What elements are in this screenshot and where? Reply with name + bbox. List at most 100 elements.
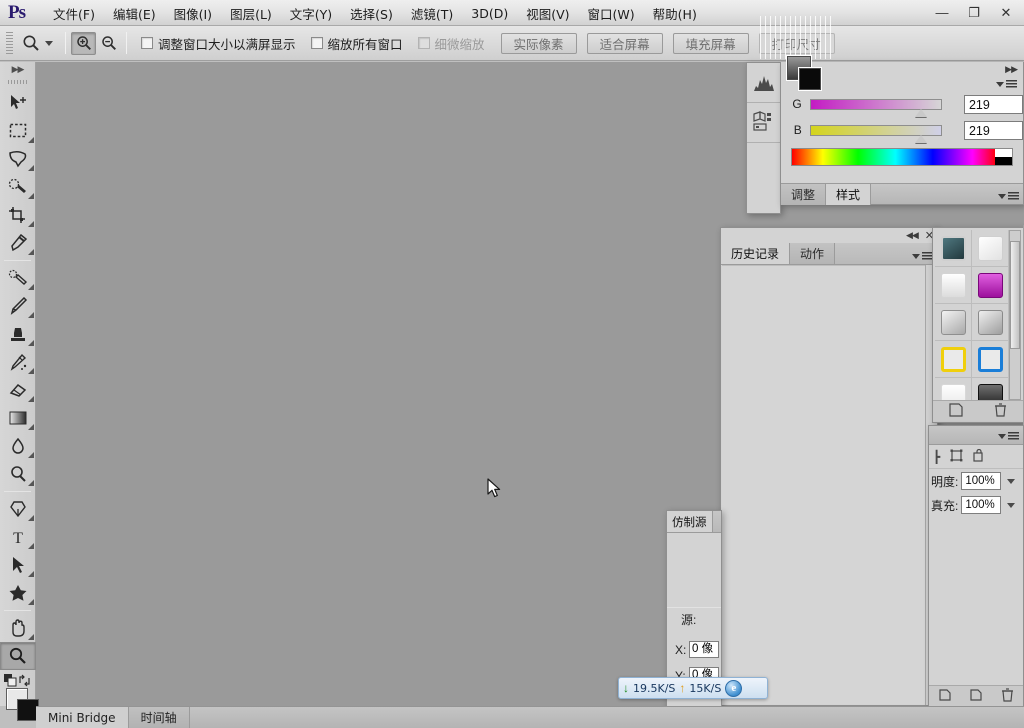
checkbox-box[interactable] [310, 37, 323, 49]
style-swatch[interactable] [935, 341, 972, 378]
checkbox-box[interactable] [141, 37, 153, 49]
style-swatch[interactable] [972, 267, 1009, 304]
opacity-field[interactable]: 100% [961, 472, 1002, 490]
clone-stamp-tool[interactable] [0, 320, 36, 348]
menu-view[interactable]: 视图(V) [517, 1, 578, 26]
tab-mini-bridge[interactable]: Mini Bridge [36, 707, 129, 728]
new-layer-icon[interactable] [969, 688, 983, 705]
history-list[interactable] [722, 265, 925, 704]
gradient-tool[interactable] [0, 404, 36, 432]
fill-field[interactable]: 100% [961, 496, 1002, 514]
style-swatch[interactable] [935, 230, 972, 267]
eyedropper-tool[interactable] [0, 229, 36, 257]
default-colors-icon[interactable] [4, 674, 17, 687]
trash-icon[interactable] [1001, 688, 1014, 705]
spot-healing-brush-tool[interactable] [0, 264, 36, 292]
trash-icon[interactable] [994, 403, 1007, 420]
layers-panel-menu-icon[interactable] [998, 432, 1019, 441]
toolbox-grip[interactable] [8, 76, 27, 87]
style-swatch[interactable] [972, 304, 1009, 341]
channel-label-b: B [793, 123, 802, 137]
lock-all-icon[interactable] [973, 448, 986, 465]
style-swatch[interactable] [935, 267, 972, 304]
minimize-button[interactable]: — [926, 2, 958, 23]
print-size-button[interactable]: 打印尺寸 [758, 15, 835, 59]
link-layers-icon[interactable] [938, 688, 952, 705]
restore-button[interactable]: ❐ [958, 2, 990, 23]
menu-3d[interactable]: 3D(D) [462, 3, 517, 24]
menu-image[interactable]: 图像(I) [165, 1, 221, 26]
options-bar-grip[interactable] [4, 32, 14, 54]
move-tool[interactable] [0, 89, 36, 117]
menu-filter[interactable]: 滤镜(T) [402, 1, 462, 26]
lock-transparent-icon[interactable]: ┣ [933, 450, 940, 464]
dodge-tool[interactable] [0, 460, 36, 488]
chevron-down-icon[interactable] [1007, 502, 1016, 508]
green-value-field[interactable]: 219 [963, 94, 1023, 114]
menu-window[interactable]: 窗口(W) [579, 1, 644, 26]
menu-edit[interactable]: 编辑(E) [104, 1, 165, 26]
new-style-icon[interactable] [949, 403, 963, 420]
tab-timeline[interactable]: 时间轴 [128, 707, 190, 728]
tab-clone-source[interactable]: 仿制源 [667, 511, 713, 532]
style-swatch[interactable] [972, 341, 1009, 378]
tab-history[interactable]: 历史记录 [721, 243, 791, 264]
fill-screen-button[interactable]: 填充屏幕 [672, 32, 749, 54]
slider-thumb[interactable] [914, 108, 927, 117]
zoom-out-button[interactable] [96, 32, 121, 55]
menu-select[interactable]: 选择(S) [341, 1, 402, 26]
background-color-chip[interactable] [799, 68, 821, 90]
menu-help[interactable]: 帮助(H) [644, 1, 706, 26]
custom-shape-tool[interactable] [0, 579, 36, 607]
clone-x-field[interactable]: 0 像 [689, 641, 719, 658]
color-panel-menu-icon[interactable] [996, 80, 1017, 89]
blue-value-field[interactable]: 219 [963, 120, 1023, 140]
close-button[interactable]: ✕ [990, 2, 1022, 23]
blue-slider[interactable] [809, 124, 942, 143]
menu-type[interactable]: 文字(Y) [281, 1, 341, 26]
brush-tool[interactable] [0, 292, 36, 320]
lasso-tool[interactable] [0, 145, 36, 173]
chevron-down-icon[interactable] [45, 40, 53, 46]
zoom-tool[interactable] [0, 642, 36, 670]
eraser-tool[interactable] [0, 376, 36, 404]
pen-tool[interactable] [0, 495, 36, 523]
hand-tool[interactable] [0, 614, 36, 642]
toolbox-collapse-button[interactable]: ▶▶ [0, 62, 35, 76]
internet-explorer-icon[interactable]: e [725, 679, 743, 697]
style-swatch[interactable] [972, 230, 1009, 267]
fit-screen-button[interactable]: 适合屏幕 [586, 32, 663, 54]
path-selection-tool[interactable] [0, 551, 36, 579]
crop-tool[interactable] [0, 201, 36, 229]
blur-tool[interactable] [0, 432, 36, 460]
rectangular-marquee-tool[interactable] [0, 117, 36, 145]
histogram-icon[interactable] [747, 63, 780, 103]
style-swatch[interactable] [935, 304, 972, 341]
tab-styles[interactable]: 样式 [826, 184, 872, 205]
styles-scrollbar[interactable] [1009, 230, 1021, 400]
panel-menu-icon[interactable] [912, 252, 933, 261]
horizontal-type-tool[interactable]: T [0, 523, 36, 551]
opacity-label: 明度: [931, 474, 959, 489]
lock-position-icon[interactable] [950, 449, 963, 465]
tab-actions[interactable]: 动作 [790, 243, 836, 264]
quick-selection-tool[interactable] [0, 173, 36, 201]
panel-menu-icon[interactable] [998, 192, 1019, 201]
actual-pixels-button[interactable]: 实际像素 [500, 32, 577, 54]
resize-windows-to-fit-checkbox[interactable]: 调整窗口大小以满屏显示 [141, 34, 296, 53]
zoom-in-button[interactable] [71, 31, 96, 55]
menu-layer[interactable]: 图层(L) [221, 1, 281, 26]
zoom-icon[interactable] [18, 31, 44, 55]
3d-panel-icon[interactable] [747, 103, 780, 143]
menu-file[interactable]: 文件(F) [44, 1, 104, 26]
zoom-all-windows-checkbox[interactable]: 缩放所有窗口 [310, 34, 403, 53]
collapse-arrows-icon[interactable]: ▶▶ [1005, 64, 1018, 75]
history-brush-tool[interactable] [0, 348, 36, 376]
tab-adjustments[interactable]: 调整 [781, 184, 827, 205]
chevron-down-icon[interactable] [1007, 478, 1016, 484]
slider-thumb[interactable] [914, 134, 927, 143]
collapse-arrows-icon[interactable]: ◀◀ [906, 230, 919, 241]
network-speed-widget[interactable]: ↓ 19.5K/S ↑ 15K/S e [618, 677, 768, 699]
color-spectrum-ramp[interactable] [791, 148, 1013, 166]
green-slider[interactable] [809, 98, 942, 117]
